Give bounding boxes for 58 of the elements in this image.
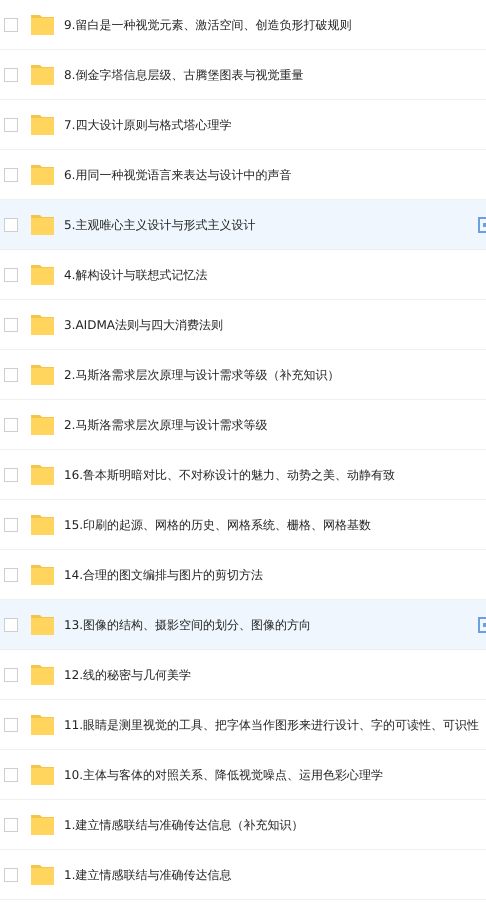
folder-name[interactable]: 15.印刷的起源、网格的历史、网格系统、栅格、网格基数	[64, 516, 372, 534]
folder-icon	[31, 264, 54, 285]
checkbox[interactable]	[4, 318, 18, 332]
folder-name[interactable]: 3.AIDMA法则与四大消费法则	[64, 316, 223, 334]
checkbox[interactable]	[4, 68, 18, 82]
folder-name[interactable]: 1.建立情感联结与准确传达信息	[64, 866, 232, 884]
folder-icon	[31, 714, 54, 735]
folder-icon	[31, 364, 54, 385]
folder-icon	[31, 164, 54, 185]
folder-icon	[31, 14, 54, 35]
checkbox[interactable]	[4, 368, 18, 382]
folder-name[interactable]: 9.留白是一种视觉元素、激活空间、创造负形打破规则	[64, 16, 352, 34]
folder-name[interactable]: 2.马斯洛需求层次原理与设计需求等级	[64, 416, 268, 434]
folder-icon	[31, 614, 54, 635]
folder-icon	[31, 314, 54, 335]
checkbox[interactable]	[4, 118, 18, 132]
checkbox[interactable]	[4, 168, 18, 182]
action-icon[interactable]	[478, 216, 486, 232]
folder-row[interactable]: 5.主观唯心主义设计与形式主义设计	[0, 200, 486, 250]
folder-name[interactable]: 6.用同一种视觉语言来表达与设计中的声音	[64, 166, 292, 184]
folder-icon	[31, 214, 54, 235]
checkbox[interactable]	[4, 218, 18, 232]
folder-icon	[31, 564, 54, 585]
checkbox[interactable]	[4, 768, 18, 782]
folder-icon	[31, 414, 54, 435]
checkbox[interactable]	[4, 18, 18, 32]
folder-name[interactable]: 2.马斯洛需求层次原理与设计需求等级（补充知识）	[64, 366, 340, 384]
checkbox[interactable]	[4, 568, 18, 582]
folder-name[interactable]: 5.主观唯心主义设计与形式主义设计	[64, 216, 256, 234]
checkbox[interactable]	[4, 468, 18, 482]
folder-icon	[31, 514, 54, 535]
folder-name[interactable]: 4.解构设计与联想式记忆法	[64, 266, 208, 284]
checkbox[interactable]	[4, 618, 18, 632]
action-icon[interactable]	[478, 616, 486, 632]
folder-name[interactable]: 11.眼睛是测里视觉的工具、把字体当作图形来进行设计、字的可读性、可识性	[64, 716, 480, 734]
folder-icon	[31, 864, 54, 885]
checkbox[interactable]	[4, 418, 18, 432]
folder-name[interactable]: 14.合理的图文编排与图片的剪切方法	[64, 566, 264, 584]
folder-icon	[31, 664, 54, 685]
folder-name[interactable]: 10.主体与客体的对照关系、降低视觉噪点、运用色彩心理学	[64, 766, 384, 784]
folder-icon	[31, 814, 54, 835]
folder-icon	[31, 114, 54, 135]
checkbox[interactable]	[4, 668, 18, 682]
checkbox[interactable]	[4, 268, 18, 282]
folder-row[interactable]: 13.图像的结构、摄影空间的划分、图像的方向	[0, 600, 486, 650]
folder-name[interactable]: 8.倒金字塔信息层级、古腾堡图表与视觉重量	[64, 66, 304, 84]
folder-name[interactable]: 13.图像的结构、摄影空间的划分、图像的方向	[64, 616, 312, 634]
checkbox[interactable]	[4, 718, 18, 732]
folder-name[interactable]: 12.线的秘密与几何美学	[64, 666, 192, 684]
folder-icon	[31, 64, 54, 85]
checkbox[interactable]	[4, 868, 18, 882]
checkbox[interactable]	[4, 518, 18, 532]
folder-name[interactable]: 16.鲁本斯明暗对比、不对称设计的魅力、动势之美、动静有致	[64, 466, 396, 484]
folder-icon	[31, 764, 54, 785]
folder-name[interactable]: 7.四大设计原则与格式塔心理学	[64, 116, 232, 134]
checkbox[interactable]	[4, 818, 18, 832]
folder-name[interactable]: 1.建立情感联结与准确传达信息（补充知识）	[64, 816, 304, 834]
folder-icon	[31, 464, 54, 485]
